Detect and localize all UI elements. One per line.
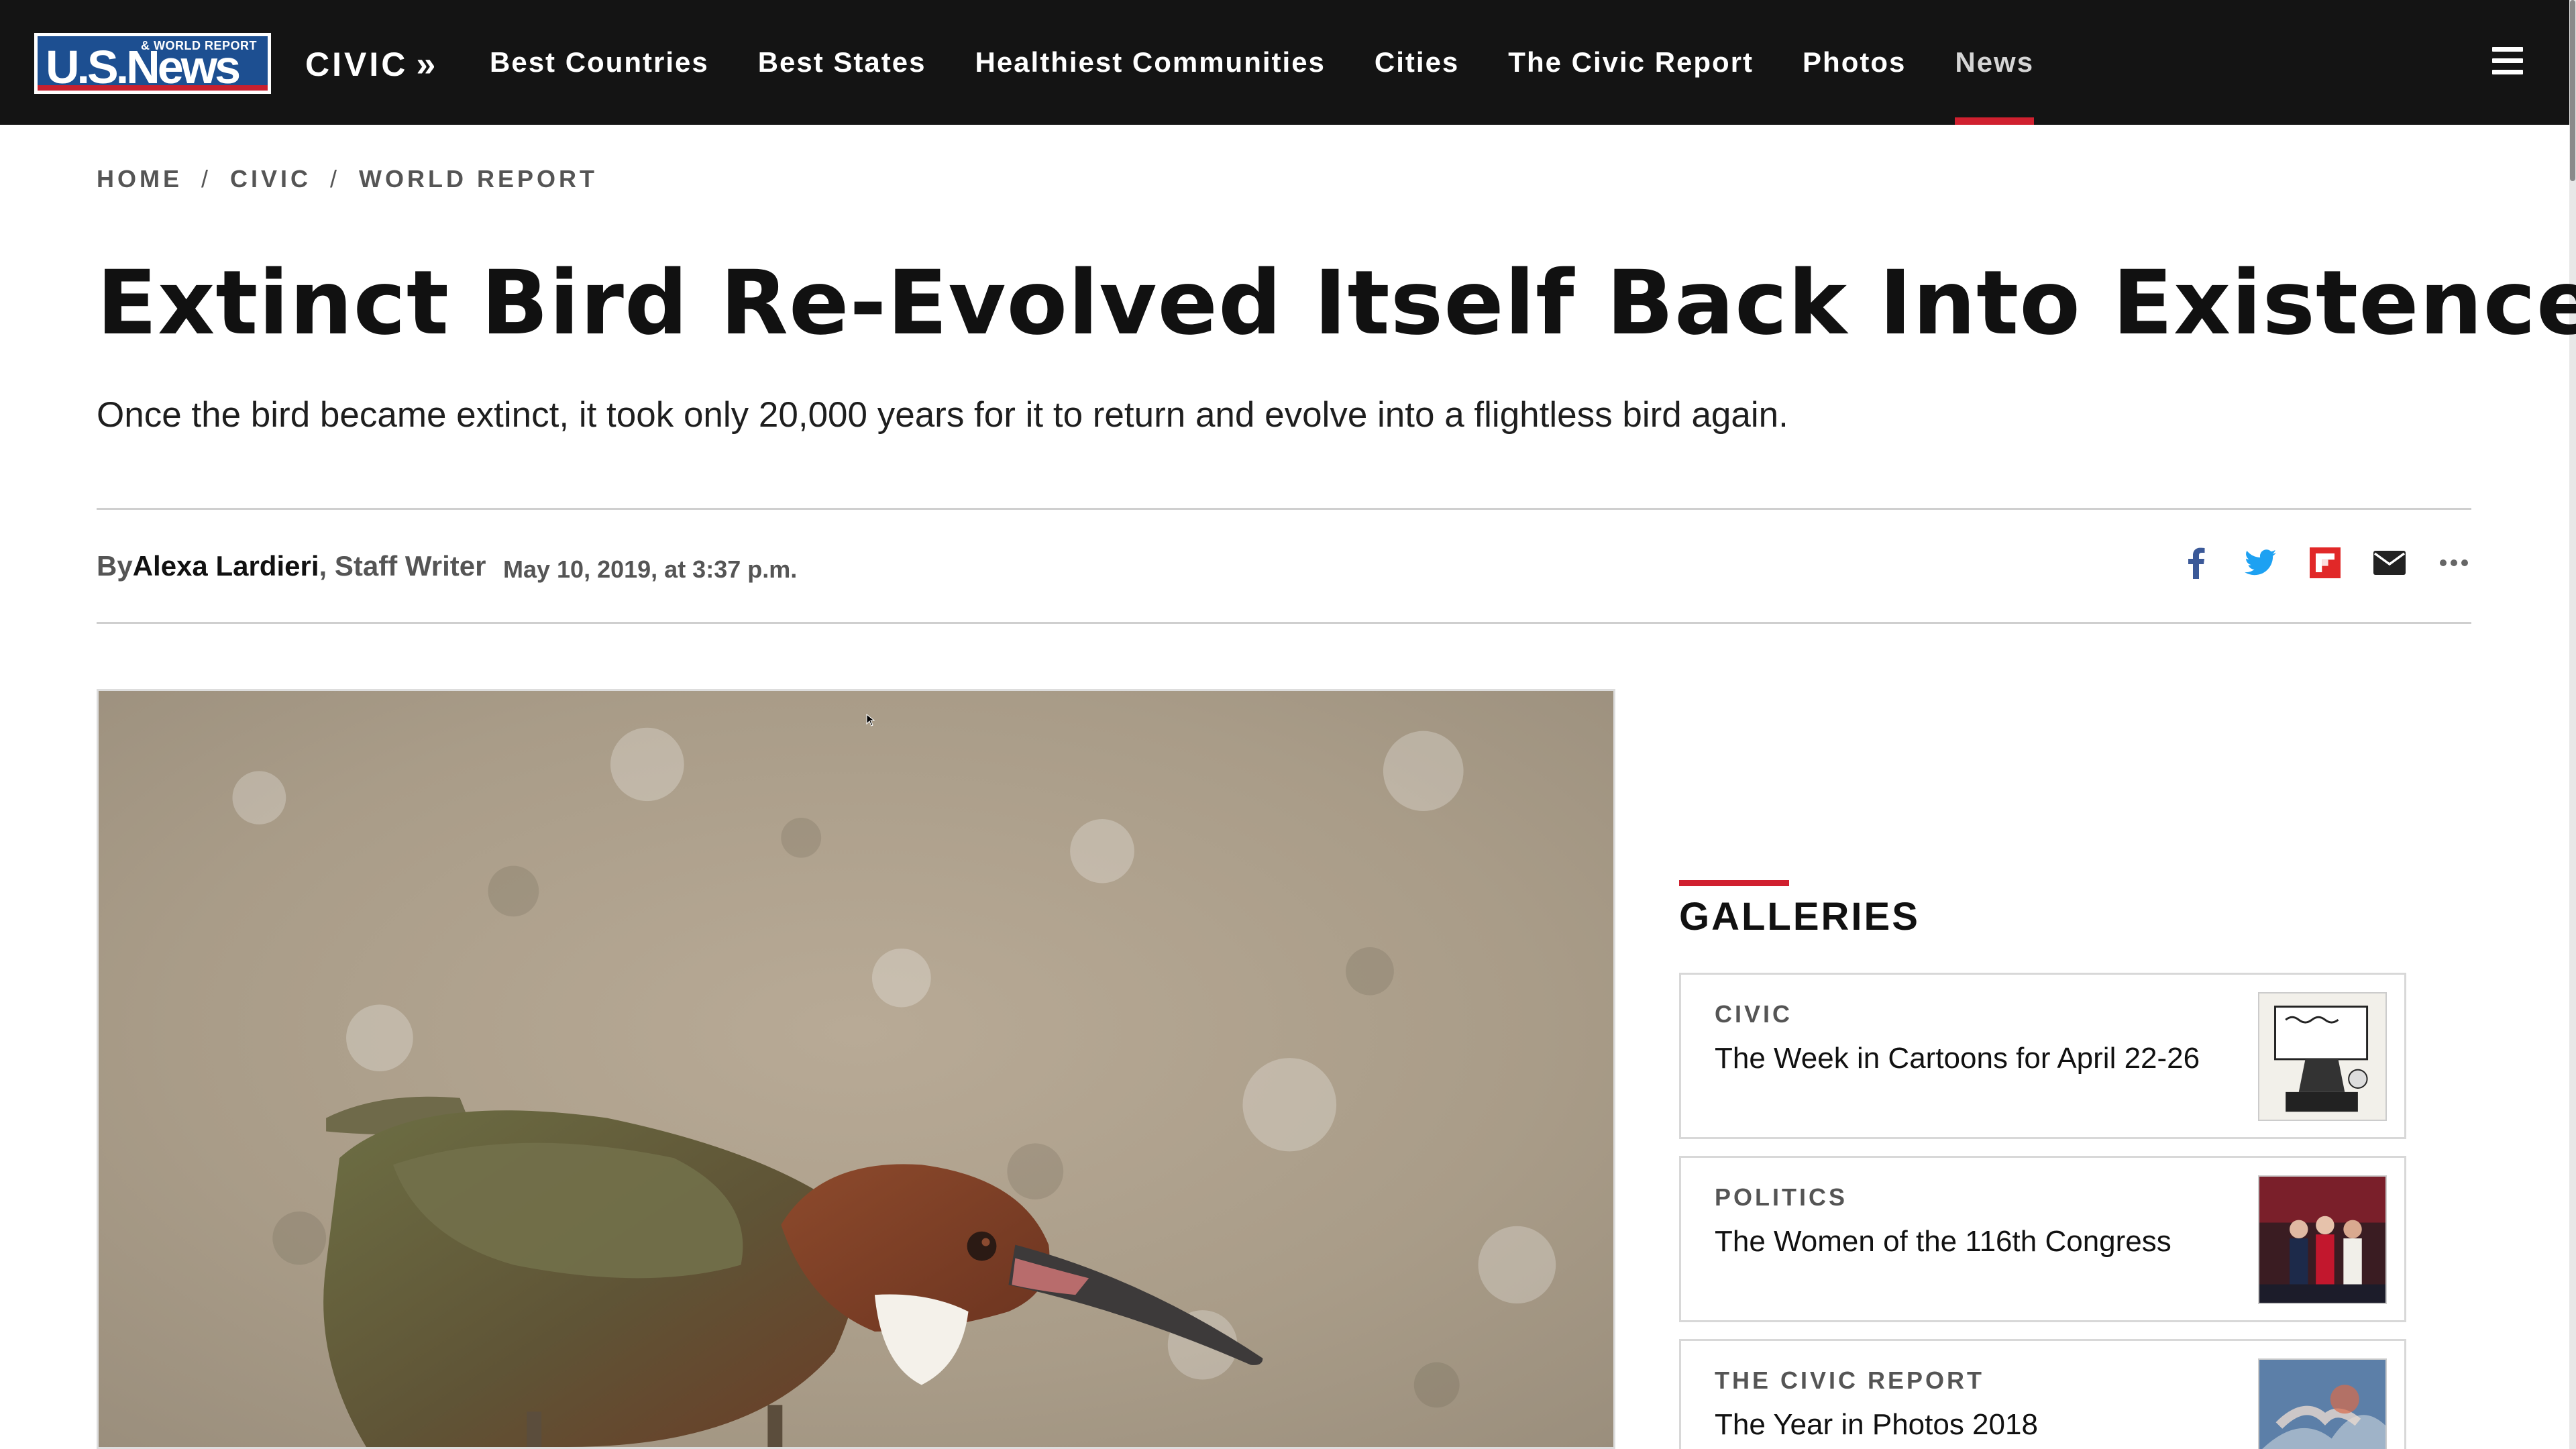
byline-prefix: By [97,550,133,582]
nav-item-photos[interactable]: Photos [1803,0,1906,125]
galleries-accent-bar [1679,880,1789,886]
scrollbar-thumb[interactable] [2570,0,2575,181]
nav-item-news[interactable]: News [1955,0,2034,125]
divider [97,508,2471,510]
twitter-icon[interactable] [2245,547,2277,579]
gallery-category[interactable]: CIVIC [1715,1000,1792,1028]
usnews-logo[interactable]: U.S.News & WORLD REPORT [34,33,271,94]
logo-badge: U.S.News & WORLD REPORT [38,36,268,91]
article-headline: Extinct Bird Re-Evolved Itself Back Into… [97,252,2576,355]
flipboard-icon[interactable] [2309,547,2341,579]
section-label-text: CIVIC [305,46,409,83]
breadcrumb-separator: / [330,165,341,193]
article-dek: Once the bird became extinct, it took on… [97,395,1788,435]
nav-item-civic-report[interactable]: The Civic Report [1508,0,1754,125]
breadcrumb-world-report[interactable]: WORLD REPORT [359,165,598,193]
more-icon[interactable] [2438,547,2470,579]
gallery-category[interactable]: POLITICS [1715,1183,1847,1212]
gallery-thumbnail-year-in-photos[interactable] [2258,1358,2387,1449]
email-icon[interactable] [2373,547,2406,579]
nav-item-cities[interactable]: Cities [1375,0,1459,125]
divider [97,622,2471,624]
section-link-civic[interactable]: CIVIC» [305,44,438,85]
gallery-card[interactable]: CIVIC The Week in Cartoons for April 22-… [1679,973,2406,1139]
breadcrumb-separator: / [201,165,212,193]
gallery-category[interactable]: THE CIVIC REPORT [1715,1366,1984,1395]
gallery-thumbnail-cartoon[interactable] [2258,992,2387,1121]
gallery-card[interactable]: THE CIVIC REPORT The Year in Photos 2018 [1679,1339,2406,1449]
breadcrumb-home[interactable]: HOME [97,165,182,193]
gallery-card[interactable]: POLITICS The Women of the 116th Congress [1679,1156,2406,1322]
scrollbar[interactable] [2569,0,2576,1449]
breadcrumb: HOME / CIVIC / WORLD REPORT [97,165,598,193]
nav-item-best-states[interactable]: Best States [758,0,926,125]
logo-stripe [38,85,268,91]
breadcrumb-civic[interactable]: CIVIC [230,165,311,193]
top-navigation-bar: U.S.News & WORLD REPORT CIVIC» Best Coun… [0,0,2569,125]
hamburger-icon[interactable] [2492,47,2523,75]
gallery-thumbnail-congress[interactable] [2258,1175,2387,1304]
facebook-icon[interactable] [2180,547,2212,579]
author-role: , Staff Writer [319,550,486,582]
gallery-title[interactable]: The Year in Photos 2018 [1715,1405,2224,1444]
byline: By Alexa Lardieri, Staff Writer [97,550,486,582]
nav-item-healthiest-communities[interactable]: Healthiest Communities [975,0,1325,125]
author-link[interactable]: Alexa Lardieri [133,550,319,582]
hero-image-bird[interactable] [97,689,1615,1449]
logo-subtitle: & WORLD REPORT [141,39,257,52]
gallery-title[interactable]: The Week in Cartoons for April 22-26 [1715,1039,2224,1078]
galleries-heading: GALLERIES [1679,895,1920,938]
double-chevron-icon: » [416,45,439,84]
mouse-cursor [866,714,875,727]
gallery-title[interactable]: The Women of the 116th Congress [1715,1222,2224,1261]
primary-nav: Best Countries Best States Healthiest Co… [490,0,2083,125]
share-bar [2180,547,2470,579]
publish-timestamp: May 10, 2019, at 3:37 p.m. [503,555,798,583]
nav-item-best-countries[interactable]: Best Countries [490,0,709,125]
